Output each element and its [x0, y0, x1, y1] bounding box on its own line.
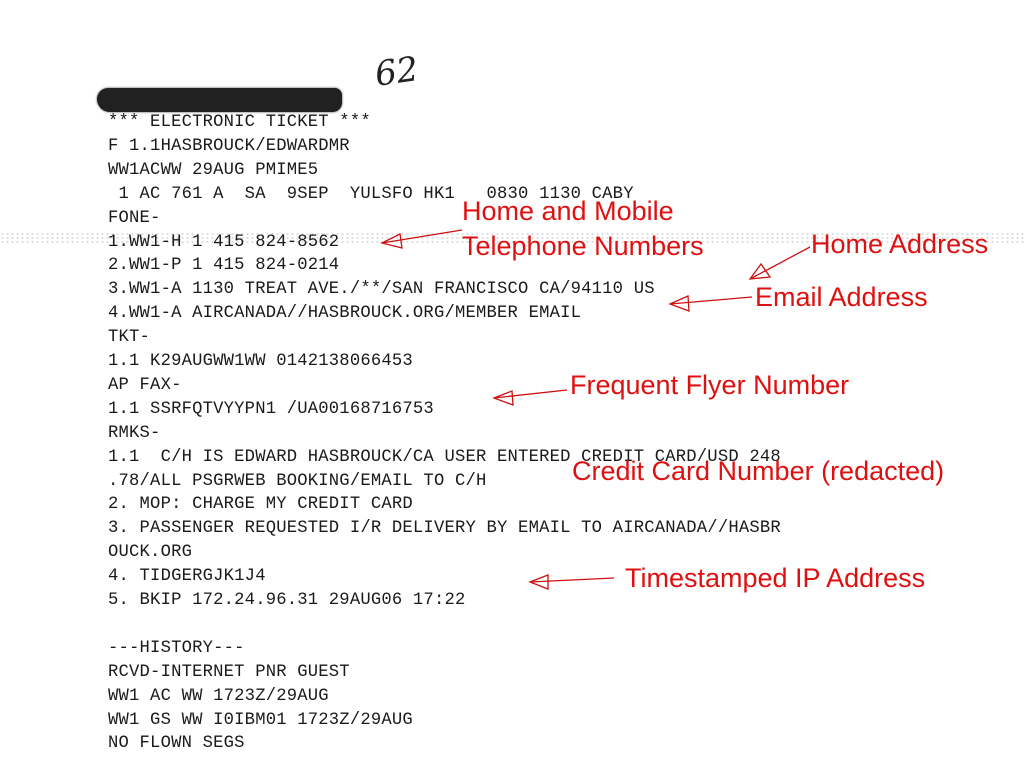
ticket-line: F 1.1HASBROUCK/EDWARDMR — [108, 136, 350, 156]
ticket-line: ---HISTORY--- — [108, 638, 245, 658]
redaction-bar — [97, 88, 342, 112]
ticket-line: FONE- — [108, 208, 161, 228]
arrow-frequent-flyer — [492, 389, 568, 406]
annotation-ip-address: Timestamped IP Address — [625, 563, 926, 593]
ticket-line: 1.1 K29AUGWW1WW 0142138066453 — [108, 352, 413, 371]
ticket-line: AP FAX- — [108, 375, 182, 395]
ticket-line: 3.WW1-A 1130 TREAT AVE./**/SAN FRANCISCO… — [108, 280, 655, 300]
ticket-line: 4.WW1-A AIRCANADA//HASBROUCK.ORG/MEMBER … — [108, 304, 582, 324]
annotation-email-address: Email Address — [755, 282, 928, 312]
annotation-phones-1: Home and Mobile — [462, 196, 674, 226]
ticket-line: RMKS- — [108, 423, 161, 443]
ticket-line: 3. PASSENGER REQUESTED I/R DELIVERY BY E… — [108, 519, 781, 539]
ticket-line: 2. MOP: CHARGE MY CREDIT CARD — [108, 495, 413, 515]
ticket-line: RCVD-INTERNET PNR GUEST — [108, 662, 350, 682]
arrow-email — [668, 295, 753, 312]
handwritten-note: 62 — [372, 49, 421, 95]
ticket-line: *** ELECTRONIC TICKET *** — [108, 113, 371, 132]
ticket-line: 1.WW1-H 1 415 824-8562 — [108, 232, 340, 252]
arrow-ip-address — [528, 574, 615, 590]
arrow-home-address — [748, 246, 811, 280]
ticket-line: TKT- — [108, 328, 151, 348]
ticket-line: 2.WW1-P 1 415 824-0214 — [108, 256, 340, 276]
ticket-line: OUCK.ORG — [108, 543, 193, 563]
ticket-line: 4. TIDGERGJK1J4 — [108, 567, 266, 587]
annotation-credit-card: Credit Card Number (redacted) — [572, 456, 945, 486]
ticket-line: .78/ALL PSGRWEB BOOKING/EMAIL TO C/H — [108, 471, 487, 491]
ticket-line: NO FLOWN SEGS — [108, 734, 245, 754]
annotation-phones-2: Telephone Numbers — [462, 231, 704, 261]
annotation-frequent-flyer: Frequent Flyer Number — [570, 370, 850, 400]
ticket-line: 5. BKIP 172.24.96.31 29AUG06 17:22 — [108, 591, 466, 610]
ticket-line: WW1ACWW 29AUG PMIME5 — [108, 160, 319, 180]
ticket-line: WW1 GS WW I0IBM01 1723Z/29AUG — [108, 710, 413, 730]
ticket-line: 1.1 SSRFQTVYYPN1 /UA00168716753 — [108, 399, 434, 419]
annotation-home-address: Home Address — [811, 229, 989, 259]
ticket-line: WW1 AC WW 1723Z/29AUG — [108, 686, 329, 706]
